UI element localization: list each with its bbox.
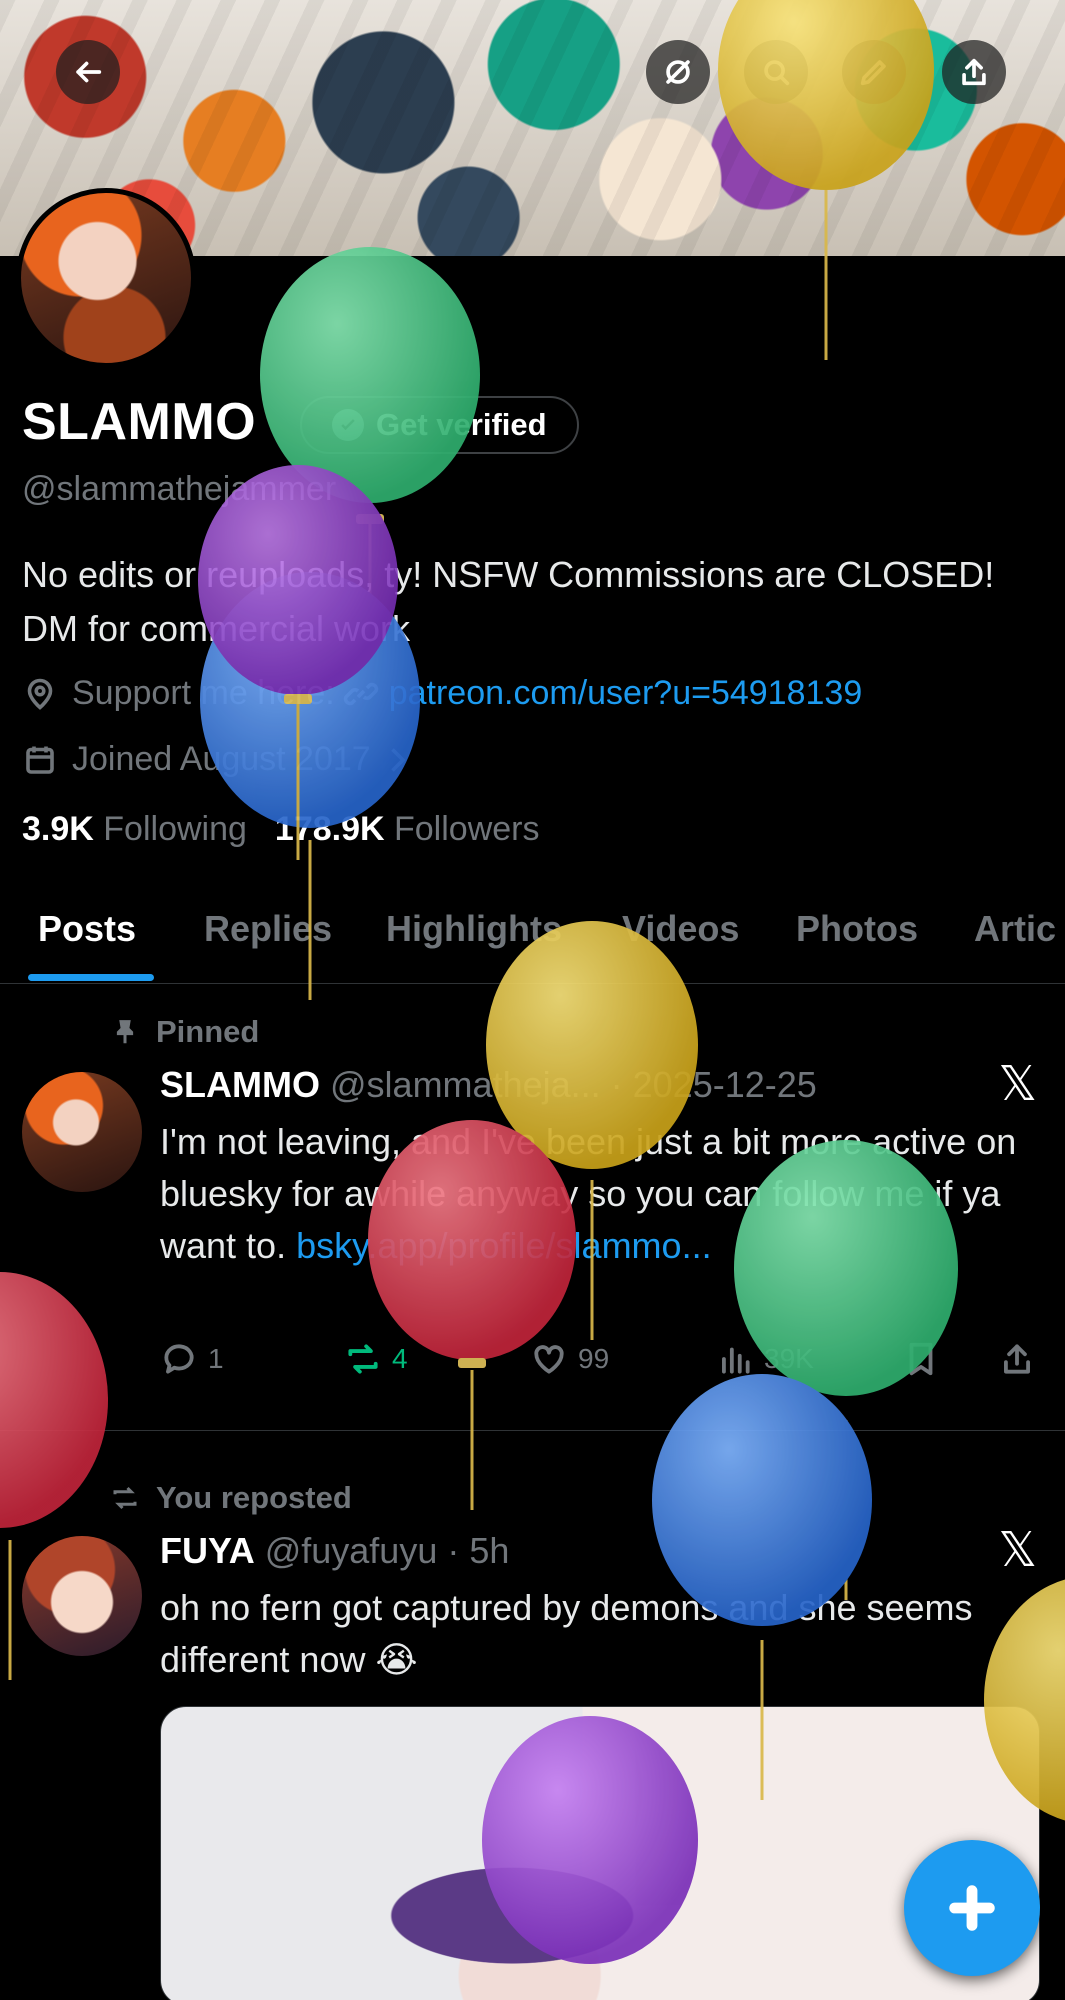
website-text: patreon.com/user?u=54918139 — [388, 674, 863, 712]
get-verified-button[interactable]: Get verified — [300, 396, 579, 454]
post-text[interactable]: oh no fern got captured by demons and sh… — [160, 1582, 1020, 1686]
like-icon — [534, 1345, 564, 1374]
pinned-label-row: Pinned — [110, 1014, 259, 1050]
search-button[interactable] — [744, 40, 808, 104]
compose-button[interactable] — [904, 1840, 1040, 1976]
post-header: SLAMMO @slammatheja... · 2025-12-25 — [160, 1064, 817, 1106]
post-avatar[interactable] — [22, 1536, 142, 1656]
following-label: Following — [103, 810, 247, 848]
post-actions: 1 4 99 39K — [160, 1340, 1040, 1384]
tab-articles[interactable]: Artic — [974, 908, 1056, 950]
grok-icon — [666, 60, 690, 84]
x-logo-icon: 𝕏 — [998, 1522, 1037, 1578]
views-count: 39K — [764, 1343, 814, 1374]
post-meta: @slammatheja... · 2025-12-25 — [330, 1064, 817, 1105]
reply-icon — [164, 1344, 194, 1374]
like-count: 99 — [578, 1343, 610, 1374]
calendar-icon — [26, 746, 54, 774]
profile-bio: No edits or reuploads, ty! NSFW Commissi… — [22, 554, 995, 649]
post-meta: @fuyafuyu · 5h — [264, 1530, 510, 1571]
reply-button[interactable]: 1 — [160, 1340, 224, 1378]
profile-joined-row[interactable]: Joined August 2017 — [22, 740, 415, 779]
pin-icon — [116, 1020, 134, 1044]
get-verified-label: Get verified — [376, 407, 547, 442]
post-header: FUYA @fuyafuyu · 5h — [160, 1530, 509, 1572]
following-count: 3.9K — [22, 810, 94, 848]
verified-check-icon — [332, 409, 364, 441]
post-media-image[interactable] — [160, 1706, 1040, 2000]
post-avatar[interactable] — [22, 1072, 142, 1192]
profile-tabs: Posts Replies Highlights Videos Photos A… — [0, 880, 1065, 984]
followers-link[interactable]: 178.9K Followers — [275, 810, 540, 849]
reposted-label: You reposted — [156, 1480, 352, 1515]
share-button[interactable] — [942, 40, 1006, 104]
post-share-button[interactable] — [998, 1340, 1036, 1378]
tab-highlights[interactable]: Highlights — [386, 908, 562, 950]
share-icon — [962, 58, 986, 86]
website-link[interactable]: patreon.com/user?u=54918139 — [343, 674, 863, 713]
post-text[interactable]: I'm not leaving, and I've been just a bi… — [160, 1116, 1020, 1272]
edit-icon — [860, 60, 886, 86]
tab-replies[interactable]: Replies — [204, 908, 332, 950]
edit-button[interactable] — [842, 40, 906, 104]
post-divider — [0, 1430, 1065, 1431]
x-logo-icon: 𝕏 — [998, 1056, 1037, 1112]
following-link[interactable]: 3.9K Following — [22, 810, 247, 849]
compose-plus-icon — [949, 1885, 995, 1931]
chevron-right-icon — [390, 747, 406, 772]
reply-count: 1 — [208, 1343, 224, 1374]
post-author-name[interactable]: FUYA — [160, 1530, 255, 1571]
follow-stats: 3.9K Following 178.9K Followers — [22, 810, 539, 849]
link-icon — [343, 682, 378, 705]
location-icon — [27, 678, 53, 710]
followers-label: Followers — [394, 810, 540, 848]
profile-location-row: Support me here: patreon.com/user?u=5491… — [22, 674, 862, 713]
grok-button[interactable] — [646, 40, 710, 104]
profile-name: SLAMMO — [22, 393, 257, 451]
tab-posts[interactable]: Posts — [38, 908, 136, 950]
tab-photos[interactable]: Photos — [796, 908, 918, 950]
post-author-name[interactable]: SLAMMO — [160, 1064, 320, 1105]
reposted-label-row: You reposted — [110, 1480, 352, 1516]
tab-videos[interactable]: Videos — [622, 908, 739, 950]
views-icon — [722, 1347, 750, 1374]
like-button[interactable]: 99 — [530, 1340, 609, 1378]
search-icon — [764, 60, 790, 86]
repost-icon — [113, 1486, 137, 1510]
repost-icon — [348, 1344, 378, 1374]
repost-button[interactable]: 4 — [344, 1340, 408, 1378]
repost-count: 4 — [392, 1343, 408, 1374]
profile-avatar[interactable] — [16, 188, 196, 368]
joined-text: Joined August 2017 — [72, 740, 371, 778]
back-button[interactable] — [56, 40, 120, 104]
pinned-label: Pinned — [156, 1014, 260, 1049]
post-body: oh no fern got captured by demons and sh… — [160, 1587, 973, 1680]
followers-count: 178.9K — [274, 810, 385, 848]
share-icon — [1004, 1344, 1030, 1374]
bookmark-button[interactable] — [902, 1340, 940, 1378]
location-text: Support me here: — [72, 674, 335, 712]
post-link[interactable]: bsky.app/profile/slammo... — [296, 1225, 712, 1266]
bookmark-icon — [909, 1342, 933, 1376]
back-arrow-icon — [76, 61, 102, 83]
profile-handle: @slammathejammer — [22, 470, 337, 508]
views-button[interactable]: 39K — [716, 1340, 814, 1378]
active-tab-indicator — [28, 974, 154, 981]
